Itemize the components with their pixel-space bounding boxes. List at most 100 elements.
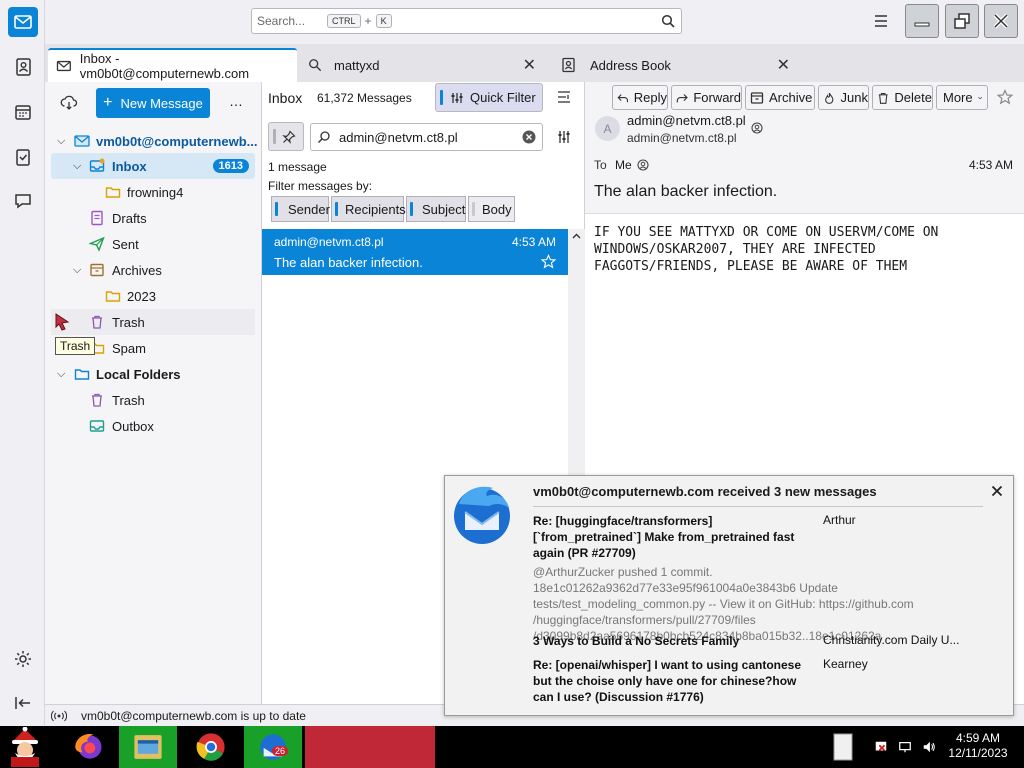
notification-item-subject[interactable]: 3 Ways to Build a No Secrets Family	[533, 633, 813, 649]
thread-pane-options-button[interactable]	[556, 89, 572, 105]
mail-space-button[interactable]	[8, 7, 38, 37]
local-folder-trash[interactable]: Trash	[51, 387, 255, 413]
filter-subject-button[interactable]: Subject	[406, 196, 466, 222]
local-folders-row[interactable]: ⌵ Local Folders	[51, 361, 255, 387]
contact-icon[interactable]	[637, 159, 649, 171]
folder-trash[interactable]: Trash	[51, 309, 255, 335]
tab-address-book[interactable]: Address Book ✕	[552, 48, 798, 82]
folder-pane-more-button[interactable]: …	[229, 93, 243, 109]
status-text: vm0b0t@computernewb.com is up to date	[81, 708, 306, 723]
collapse-spaces-button[interactable]	[8, 688, 38, 718]
close-tab-icon[interactable]: ✕	[523, 55, 536, 75]
tray-volume[interactable]	[920, 726, 938, 768]
message-row[interactable]: admin@netvm.ct8.pl 4:53 AM The alan back…	[262, 229, 568, 275]
notepad-icon	[833, 733, 853, 761]
filter-body-button[interactable]: Body	[468, 196, 515, 222]
close-tab-icon[interactable]: ✕	[777, 55, 790, 75]
tab-inbox[interactable]: Inbox - vm0b0t@computernewb.com	[48, 48, 297, 82]
chat-icon	[15, 194, 31, 209]
sent-icon	[89, 236, 105, 252]
close-icon[interactable]	[991, 485, 1003, 497]
start-button[interactable]	[0, 726, 50, 768]
archive-button[interactable]: Archive	[745, 85, 815, 110]
chevron-down-icon[interactable]: ⌵	[57, 368, 65, 381]
folder-archives[interactable]: ⌵ Archives	[51, 257, 255, 283]
network-icon	[899, 742, 911, 753]
chat-space-button[interactable]	[8, 186, 38, 216]
filter-sliders-icon	[451, 92, 463, 103]
tab-label: Inbox - vm0b0t@computernewb.com	[79, 51, 250, 81]
delete-button[interactable]: Delete	[872, 85, 933, 110]
account-row[interactable]: ⌵ vm0b0t@computernewb...	[51, 128, 257, 154]
filter-recipients-button[interactable]: Recipients	[331, 196, 406, 222]
scroll-up-icon[interactable]	[572, 233, 581, 239]
taskbar-firefox[interactable]	[60, 726, 116, 768]
tray-security[interactable]	[872, 726, 890, 768]
folder-2023[interactable]: 2023	[51, 283, 255, 309]
flag-warning-icon	[875, 741, 887, 752]
star-icon[interactable]	[541, 254, 556, 269]
folder-inbox[interactable]: ⌵ Inbox 1613	[51, 153, 255, 179]
new-message-button[interactable]: + New Message	[96, 88, 210, 118]
tray-network[interactable]	[896, 726, 914, 768]
taskbar-file-explorer[interactable]	[119, 726, 177, 768]
search-icon[interactable]	[661, 14, 675, 28]
taskbar-thunderbird[interactable]: 26	[244, 726, 302, 768]
mail-icon	[56, 60, 71, 72]
local-folder-outbox[interactable]: Outbox	[51, 413, 255, 439]
sticky-filter-button[interactable]	[268, 122, 304, 151]
trash-icon	[92, 393, 102, 407]
chevron-down-icon[interactable]: ⌵	[73, 264, 81, 277]
folder-drafts[interactable]: Drafts	[51, 205, 255, 231]
list-options-icon	[558, 91, 570, 103]
address-book-space-button[interactable]	[8, 52, 38, 82]
junk-button[interactable]: Junk	[818, 85, 869, 110]
message-sender: admin@netvm.ct8.pl	[274, 235, 384, 249]
forward-icon	[676, 93, 688, 102]
delete-label: Delete	[894, 90, 932, 105]
search-placeholder: Search...	[257, 14, 306, 28]
filter-sender-button[interactable]: Sender	[271, 196, 330, 222]
online-status-icon[interactable]	[51, 710, 67, 722]
tab-search-mattyxd[interactable]: mattyxd ✕	[300, 48, 544, 82]
sender-name[interactable]: admin@netvm.ct8.pl	[627, 113, 746, 128]
quick-filter-button[interactable]: Quick Filter	[435, 83, 543, 112]
mail-icon	[14, 15, 32, 29]
calendar-icon	[15, 105, 31, 120]
filter-options-button[interactable]	[556, 129, 572, 145]
close-window-button[interactable]	[984, 4, 1018, 38]
clear-filter-icon[interactable]	[522, 130, 536, 144]
more-actions-button[interactable]: More	[936, 85, 988, 110]
contact-icon[interactable]	[751, 122, 763, 134]
minimize-button[interactable]	[905, 4, 939, 38]
collapse-left-icon	[15, 697, 30, 709]
search-icon	[318, 131, 330, 143]
chevron-down-icon[interactable]: ⌵	[57, 135, 65, 148]
settings-space-button[interactable]	[8, 644, 38, 674]
reply-button[interactable]: Reply	[612, 85, 668, 110]
forward-button[interactable]: Forward	[671, 85, 742, 110]
chevron-down-icon[interactable]: ⌵	[73, 160, 81, 173]
quick-filter-input[interactable]: admin@netvm.ct8.pl	[310, 123, 543, 151]
folder-sent[interactable]: Sent	[51, 231, 255, 257]
folder-frowning4[interactable]: frowning4	[51, 179, 255, 205]
message-subject: The alan backer infection.	[274, 255, 423, 270]
app-menu-button[interactable]	[872, 13, 890, 29]
star-icon[interactable]	[997, 89, 1013, 105]
shortcut-ctrl: CTRL	[327, 14, 361, 28]
calendar-space-button[interactable]	[8, 97, 38, 127]
to-value[interactable]: Me	[615, 158, 632, 172]
taskbar-active-window[interactable]	[305, 726, 435, 768]
notification-item-subject[interactable]: Re: [openai/whisper] I want to using can…	[533, 657, 815, 705]
taskbar-clock[interactable]: 4:59 AM 12/11/2023	[944, 731, 1012, 761]
new-mail-notification[interactable]: vm0b0t@computernewb.com received 3 new m…	[444, 475, 1014, 716]
filter-label: Subject	[422, 201, 466, 217]
taskbar-chrome[interactable]	[183, 726, 239, 768]
global-search-input[interactable]: Search... CTRL + K	[251, 8, 682, 34]
tasks-space-button[interactable]	[8, 142, 38, 172]
tray-notes[interactable]	[832, 726, 854, 768]
folder-title: Inbox	[268, 90, 303, 106]
notification-item-subject[interactable]: Re: [huggingface/transformers] [`from_pr…	[533, 513, 813, 561]
restore-button[interactable]	[945, 4, 979, 38]
get-messages-button[interactable]	[60, 94, 78, 112]
